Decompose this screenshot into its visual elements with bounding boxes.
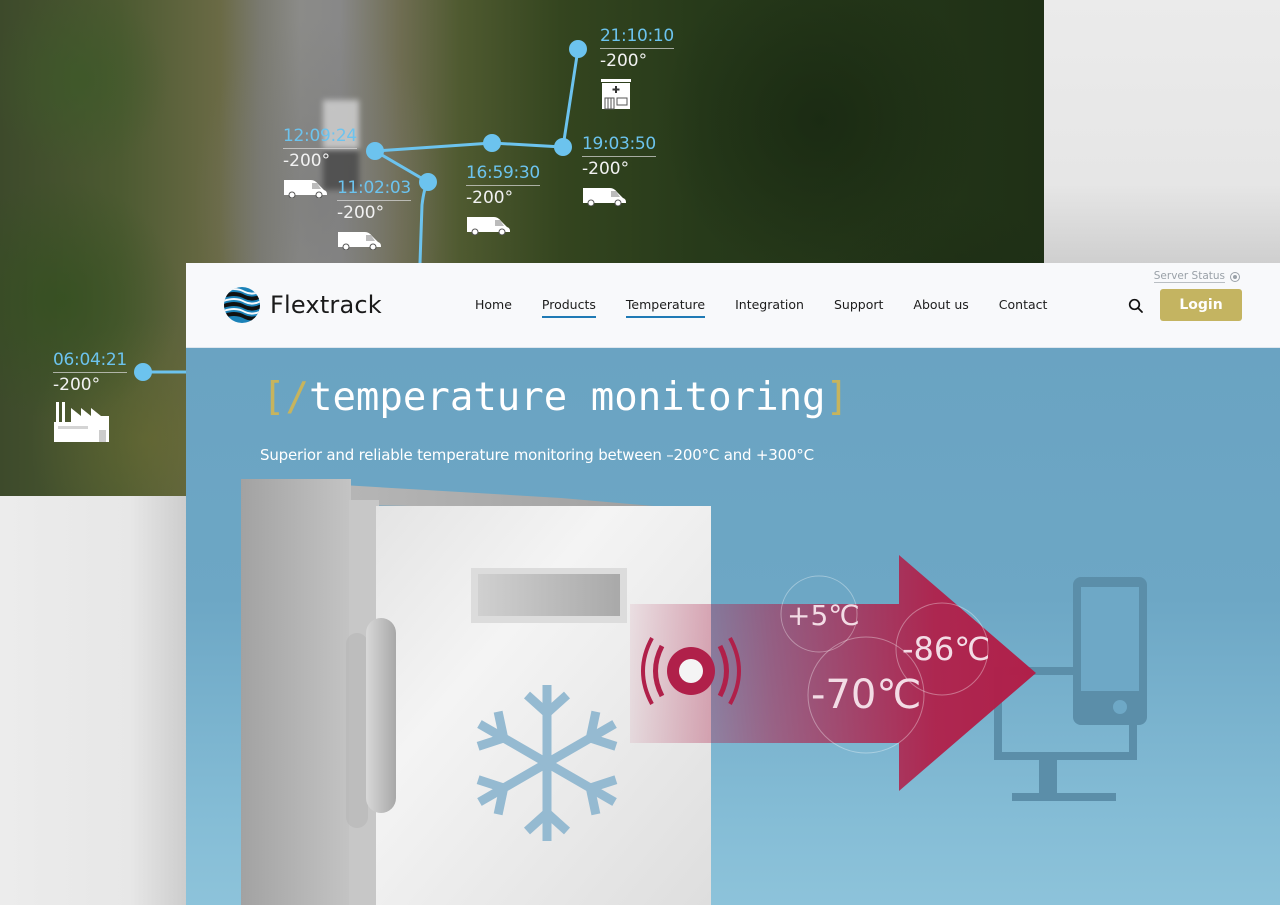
temperature-reading: -70℃ [811, 672, 921, 718]
nav-products[interactable]: Products [541, 297, 596, 318]
route-point [483, 134, 501, 152]
tracking-temperature: -200° [466, 188, 514, 208]
tracking-time: 21:10:10 [600, 26, 674, 49]
title-text: temperature monitoring [308, 375, 826, 420]
hero-section: +5℃ -70℃ -86℃ [/temperature monitoring] … [186, 348, 1280, 905]
title-slash: / [285, 375, 309, 420]
backdrop-panel [0, 496, 186, 905]
tracking-point: 16:59:30 -200° [466, 163, 540, 235]
main-menu: Home Products Temperature Integration Su… [475, 297, 1077, 318]
nav-contact[interactable]: Contact [999, 297, 1048, 318]
hero-subtitle: Superior and reliable temperature monito… [260, 446, 814, 464]
title-bracket-open: [ [262, 375, 286, 420]
tracking-time: 06:04:21 [53, 350, 127, 373]
tracking-time: 16:59:30 [466, 163, 540, 186]
nav-temperature[interactable]: Temperature [625, 297, 706, 318]
title-bracket-close: ] [825, 375, 850, 420]
temperature-illustration: +5℃ -70℃ -86℃ [241, 479, 1147, 905]
brand-logo[interactable]: Flextrack [223, 285, 382, 325]
tracking-point: 06:04:21 -200° [53, 350, 127, 444]
route-point [134, 363, 152, 381]
van-icon [284, 180, 327, 198]
website-screenshot: Flextrack Home Products Temperature Inte… [186, 263, 1280, 905]
globe-logo-icon [224, 287, 260, 323]
tracking-temperature: -200° [582, 159, 630, 179]
route-point [366, 142, 384, 160]
search-icon[interactable] [1128, 298, 1144, 314]
nav-integration[interactable]: Integration [735, 297, 804, 318]
nav-home[interactable]: Home [475, 297, 512, 318]
tracking-temperature: -200° [283, 151, 331, 171]
brand-name: Flextrack [270, 291, 382, 319]
temperature-reading: +5℃ [787, 599, 860, 632]
navbar: Flextrack Home Products Temperature Inte… [186, 263, 1280, 348]
van-icon [467, 217, 510, 235]
login-button[interactable]: Login [1160, 289, 1242, 321]
van-icon [583, 188, 626, 206]
pharmacy-icon [601, 79, 631, 110]
tracking-point: 12:09:24 -200° [283, 126, 357, 198]
server-status-link[interactable]: Server Status [1153, 270, 1240, 283]
factory-icon [54, 402, 109, 442]
page-title: [/temperature monitoring] [262, 375, 849, 420]
tracking-temperature: -200° [53, 375, 101, 395]
van-icon [338, 232, 381, 250]
tracking-temperature: -200° [337, 203, 385, 223]
status-indicator-icon [1230, 271, 1240, 282]
nav-support[interactable]: Support [834, 297, 883, 318]
route-point [554, 138, 572, 156]
smartphone-icon [1073, 577, 1147, 725]
backdrop-panel [1044, 0, 1280, 263]
server-status-label: Server Status [1153, 270, 1225, 283]
tracking-temperature: -200° [600, 51, 648, 71]
tracking-time: 19:03:50 [582, 134, 656, 157]
tracking-time: 12:09:24 [283, 126, 357, 149]
route-point [419, 173, 437, 191]
route-point [569, 40, 587, 58]
nav-about-us[interactable]: About us [913, 297, 968, 318]
temperature-reading: -86℃ [902, 630, 990, 668]
tracking-point: 19:03:50 -200° [582, 134, 656, 206]
tracking-point: 21:10:10 -200° [600, 26, 674, 110]
